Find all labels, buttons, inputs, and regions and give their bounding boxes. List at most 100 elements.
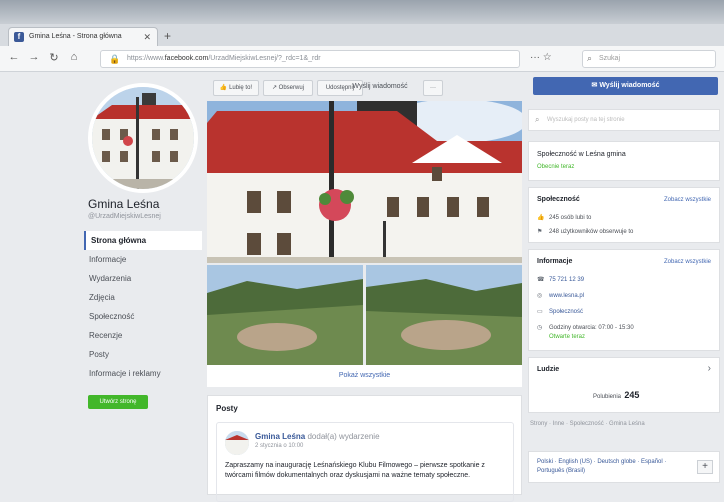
sidebar-item-community[interactable]: Społeczność <box>84 307 202 326</box>
post-text: Zapraszamy na inaugurację Leśnańskiego K… <box>225 462 485 479</box>
follow-label: Obserwuj <box>278 85 305 91</box>
phone-row: ☎ 75 721 12 39 <box>537 276 584 283</box>
messenger-icon: ✉ <box>591 82 598 89</box>
people-likes-row: Polubienia 245 <box>593 390 639 400</box>
sidebar-item-photos[interactable]: Zdjęcia <box>84 288 202 307</box>
info-title: Informacje <box>537 258 573 265</box>
photo-thumbnail[interactable] <box>366 265 522 365</box>
post-avatar[interactable] <box>225 431 249 455</box>
facebook-favicon-icon: f <box>14 32 24 42</box>
website-row: ◎ www.lesna.pl <box>537 292 584 299</box>
forward-icon[interactable]: → <box>26 51 42 63</box>
post-item: Gmina Leśna dodał(a) wydarzenie 2 styczn… <box>216 422 514 502</box>
more-button[interactable]: ··· <box>423 80 443 96</box>
nav-bar: ← → ↻ ⌂ 🔒 https://www.facebook.com/Urzad… <box>0 46 724 72</box>
likes-row: 👍 245 osób lubi to <box>537 214 591 221</box>
language-list[interactable]: Polski · English (US) · Deutsch globe · … <box>537 458 687 476</box>
page-actions-icon[interactable]: ··· ☆ <box>530 52 552 63</box>
url-path: /UrzadMiejskiwLesnej/?_rdc=1&_rdr <box>208 55 321 62</box>
send-message-label: Wyślij wiadomość <box>599 82 660 89</box>
calendar-icon: ▭ <box>537 309 543 315</box>
browser-window: f Gmina Leśna - Strona główna ✕ + ← → ↻ … <box>0 0 724 502</box>
sidebar-item-posts[interactable]: Posty <box>84 345 202 364</box>
page-name[interactable]: Gmina Leśna <box>88 197 159 211</box>
posts-title: Posty <box>216 404 238 413</box>
post-action: dodał(a) wydarzenie <box>307 432 380 441</box>
url-host: facebook.com <box>164 55 209 62</box>
category-row: ▭ Społeczność <box>537 308 583 315</box>
browser-search-placeholder: Szukaj <box>599 55 621 62</box>
follows-row: ⚑ 248 użytkowników obserwuje to <box>537 228 633 235</box>
community-status-title: Społeczność w Leśna gmina <box>537 151 626 158</box>
title-bar <box>0 0 724 24</box>
sidebar-nav: Strona główna Informacje Wydarzenia Zdję… <box>84 231 202 383</box>
action-bar: 👍 Lubię to! ↗ Obserwuj Udostępnij Wyślij… <box>207 77 522 99</box>
hours-row: ◷ Godziny otwarcia: 07:00 - 15:30 <box>537 324 634 331</box>
like-icon: 👍 <box>219 85 228 91</box>
tab-title: Gmina Leśna - Strona główna <box>29 33 122 40</box>
home-icon[interactable]: ⌂ <box>66 51 82 63</box>
follow-icon: ↗ <box>271 85 277 91</box>
follow-button[interactable]: ↗ Obserwuj <box>263 80 313 96</box>
sidebar-item-about[interactable]: Informacje <box>84 250 202 269</box>
reload-icon[interactable]: ↻ <box>46 51 62 64</box>
add-language-button[interactable]: + <box>697 460 713 474</box>
create-page-button[interactable]: Utwórz stronę <box>88 395 148 409</box>
browser-search-input[interactable]: ⌕ Szukaj <box>582 50 716 68</box>
show-all-link[interactable]: Pokaż wszystkie <box>207 365 522 387</box>
tab-bar: f Gmina Leśna - Strona główna ✕ + <box>0 24 724 46</box>
info-see-all-link[interactable]: Zobacz wszystkie <box>664 259 711 265</box>
people-likes-count: 245 <box>624 390 640 400</box>
search-icon: ⌕ <box>587 53 593 63</box>
breadcrumb[interactable]: Strony · Inne · Społeczność · Gmina Leśn… <box>530 421 645 427</box>
follow-icon: ⚑ <box>537 229 543 235</box>
back-icon[interactable]: ← <box>6 51 22 63</box>
people-likes-label: Polubienia <box>593 394 622 400</box>
cover-photo[interactable] <box>207 101 522 263</box>
url-prefix: https://www. <box>127 55 165 62</box>
community-title: Społeczność <box>537 196 580 203</box>
community-see-all-link[interactable]: Zobacz wszystkie <box>664 197 711 203</box>
sidebar-item-home[interactable]: Strona główna <box>84 231 202 250</box>
globe-icon: ◎ <box>537 293 543 299</box>
post-author-line: Gmina Leśna dodał(a) wydarzenie <box>255 432 380 441</box>
language-card: Polski · English (US) · Deutsch globe · … <box>528 451 720 483</box>
hours-text: Godziny otwarcia: 07:00 - 15:30 <box>549 325 634 331</box>
page-handle: @UrzadMiejskiwLesnej <box>88 213 161 220</box>
community-status-card: Społeczność w Leśna gmina Obecnie teraz <box>528 141 720 181</box>
chevron-right-icon[interactable]: › <box>708 363 711 374</box>
follows-text: 248 użytkowników obserwuje to <box>549 229 634 235</box>
facebook-page: Gmina Leśna @UrzadMiejskiwLesnej Strona … <box>0 73 724 502</box>
post-author[interactable]: Gmina Leśna <box>255 432 305 441</box>
message-button[interactable]: Wyślij wiadomość <box>341 80 419 96</box>
search-icon: ⌕ <box>535 115 540 124</box>
posts-section: Posty Gmina Leśna dodał(a) wydarzenie 2 … <box>207 395 522 502</box>
website-link[interactable]: www.lesna.pl <box>549 293 584 299</box>
community-card: Społeczność Zobacz wszystkie 👍 245 osób l… <box>528 187 720 243</box>
browser-tab[interactable]: f Gmina Leśna - Strona główna ✕ <box>8 27 158 46</box>
sidebar-item-reviews[interactable]: Recenzje <box>84 326 202 345</box>
like-button[interactable]: 👍 Lubię to! <box>213 80 259 96</box>
likes-text: 245 osób lubi to <box>549 215 592 221</box>
send-message-button[interactable]: ✉ Wyślij wiadomość <box>533 77 718 95</box>
community-status-text: Obecnie teraz <box>537 164 575 170</box>
like-label: Lubię to! <box>229 85 253 91</box>
close-tab-icon[interactable]: ✕ <box>143 32 151 43</box>
photo-thumbnail[interactable] <box>207 265 363 365</box>
category-link[interactable]: Społeczność <box>549 309 583 315</box>
sidebar-item-info-ads[interactable]: Informacje i reklamy <box>84 364 202 383</box>
sidebar-item-events[interactable]: Wydarzenia <box>84 269 202 288</box>
post-date[interactable]: 2 stycznia o 10:00 <box>255 443 303 449</box>
new-tab-icon[interactable]: + <box>164 29 171 43</box>
lock-icon: 🔒 <box>109 54 121 64</box>
address-bar[interactable]: 🔒 https://www.facebook.com/UrzadMiejskiw… <box>100 50 520 68</box>
thumbs-up-icon: 👍 <box>537 215 545 221</box>
profile-picture[interactable] <box>88 83 198 193</box>
page-search-input[interactable]: ⌕ Wyszukaj posty na tej stronie <box>528 109 720 131</box>
info-card: Informacje Zobacz wszystkie ☎ 75 721 12 3… <box>528 249 720 351</box>
phone-text[interactable]: 75 721 12 39 <box>549 277 584 283</box>
people-title: Ludzie <box>537 366 560 373</box>
people-card: Ludzie › Polubienia 245 <box>528 357 720 413</box>
phone-icon: ☎ <box>537 277 545 283</box>
clock-icon: ◷ <box>537 325 543 331</box>
